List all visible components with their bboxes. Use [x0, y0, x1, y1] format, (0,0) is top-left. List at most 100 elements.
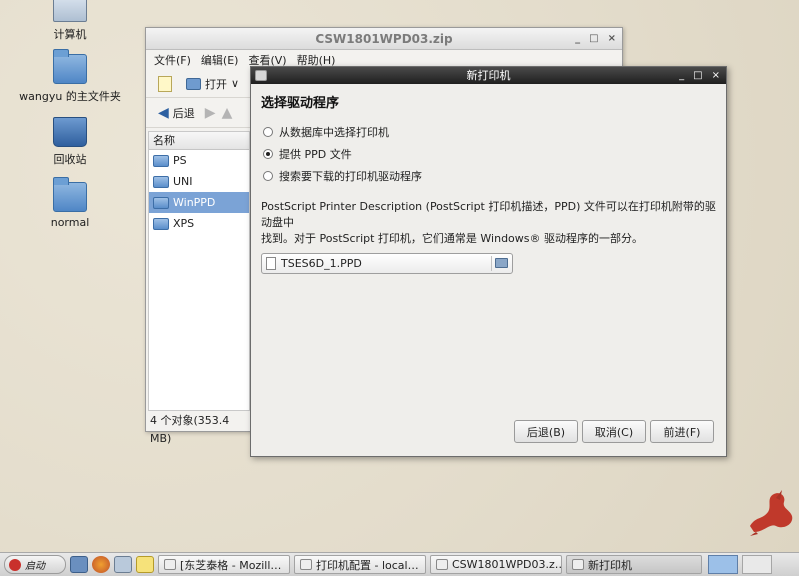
menu-file[interactable]: 文件(F) [154, 52, 191, 68]
desktop-icon-normal[interactable]: normal [15, 177, 125, 229]
start-logo-icon [9, 558, 21, 571]
list-item-label: PS [173, 154, 187, 167]
option-label: 从数据库中选择打印机 [279, 126, 389, 139]
radio-button[interactable] [263, 171, 273, 181]
workspace-2[interactable] [742, 555, 772, 574]
option-database[interactable]: 从数据库中选择打印机 [261, 121, 716, 143]
back-button[interactable]: 后退(B) [514, 420, 578, 443]
back-label: 后退 [172, 106, 195, 120]
computer-icon [53, 0, 87, 22]
trash-icon [53, 117, 87, 147]
dialog-heading: 选择驱动程序 [261, 96, 340, 111]
list-item[interactable]: PS [149, 150, 249, 171]
chevron-down-icon[interactable]: ∨ [231, 77, 239, 90]
description-line: PostScript Printer Description (PostScri… [261, 200, 716, 229]
open-folder-icon [186, 77, 201, 90]
folder-icon [153, 217, 169, 230]
list-item[interactable]: XPS [149, 213, 249, 234]
desktop-icon-home[interactable]: wangyu 的主文件夹 [15, 49, 125, 104]
forward-button[interactable]: 前进(F) [650, 420, 714, 443]
radio-button-checked[interactable] [263, 149, 273, 159]
arrow-left-icon: ◀ [158, 104, 169, 121]
folder-icon [153, 175, 169, 188]
separator [491, 256, 492, 271]
printer-icon [255, 70, 267, 81]
menu-edit[interactable]: 编辑(E) [201, 52, 239, 68]
open-label: 打开 [205, 77, 227, 91]
folder-icon [153, 154, 169, 167]
dialog-title: 新打印机 [466, 69, 511, 82]
list-item[interactable]: UNI [149, 171, 249, 192]
file-list: 名称 PS UNI WinPPD XPS [148, 131, 250, 411]
minimize-icon[interactable]: _ [575, 28, 580, 50]
home-folder-icon [53, 49, 87, 84]
task-label: CSW1801WPD03.z… [452, 558, 562, 571]
window-controls: _ □ × [575, 28, 616, 50]
minimize-icon[interactable]: _ [679, 67, 684, 84]
new-archive-button[interactable] [154, 74, 176, 94]
show-desktop-icon[interactable] [70, 556, 88, 573]
option-download-driver[interactable]: 搜索要下载的打印机驱动程序 [261, 165, 716, 187]
text-editor-icon[interactable] [136, 556, 154, 573]
arrow-right-icon[interactable]: ▶ [205, 105, 216, 121]
new-document-icon [158, 75, 172, 92]
computer-icon[interactable] [114, 556, 132, 573]
dialog-buttons: 后退(B) 取消(C) 前进(F) [514, 420, 714, 443]
option-label: 提供 PPD 文件 [279, 148, 352, 161]
start-label: 启动 [25, 561, 45, 572]
file-manager-titlebar[interactable]: CSW1801WPD03.zip _ □ × [146, 28, 622, 50]
archive-icon [436, 559, 448, 570]
task-label: 打印机配置 - local… [316, 558, 419, 572]
desktop-icon-label: wangyu 的主文件夹 [19, 90, 121, 103]
close-icon[interactable]: × [712, 67, 720, 84]
task-label: [东芝泰格 - Mozill… [180, 558, 282, 572]
list-item[interactable]: WinPPD [149, 192, 249, 213]
new-printer-dialog: 新打印机 _ □ × 选择驱动程序 从数据库中选择打印机 提供 PPD 文件 搜… [250, 66, 727, 457]
printer-icon [300, 559, 312, 570]
desktop-icon-computer[interactable]: 计算机 [15, 0, 125, 42]
dragon-logo-icon [750, 490, 793, 536]
taskbar-item-firefox[interactable]: [东芝泰格 - Mozill… [158, 555, 290, 574]
ppd-file-chooser[interactable]: TSES6D_1.PPD [261, 253, 513, 274]
firefox-icon [164, 559, 176, 570]
arrow-up-icon[interactable]: ▲ [222, 105, 233, 121]
maximize-icon[interactable]: □ [693, 67, 702, 84]
description-line: 找到。对于 PostScript 打印机，它们通常是 Windows® 驱动程序… [261, 232, 644, 245]
dialog-titlebar[interactable]: 新打印机 _ □ × [251, 67, 726, 84]
list-item-label: UNI [173, 175, 193, 188]
taskbar-item-printer-config[interactable]: 打印机配置 - local… [294, 555, 426, 574]
window-controls: _ □ × [679, 67, 720, 84]
back-button[interactable]: ◀ 后退 [154, 103, 199, 123]
list-item-label: WinPPD [173, 196, 216, 209]
file-chooser-value: TSES6D_1.PPD [281, 257, 362, 270]
printer-icon [572, 559, 584, 570]
maximize-icon[interactable]: □ [589, 28, 598, 50]
taskbar-item-new-printer[interactable]: 新打印机 [566, 555, 702, 574]
task-label: 新打印机 [588, 558, 632, 572]
dialog-body: 选择驱动程序 从数据库中选择打印机 提供 PPD 文件 搜索要下载的打印机驱动程… [251, 84, 726, 282]
document-icon [266, 257, 276, 270]
desktop-icon-label: normal [50, 216, 90, 229]
taskbar: 启动 [东芝泰格 - Mozill… 打印机配置 - local… CSW180… [0, 552, 799, 576]
cancel-button[interactable]: 取消(C) [582, 420, 646, 443]
option-ppd-file[interactable]: 提供 PPD 文件 [261, 143, 716, 165]
folder-icon [53, 177, 87, 212]
desktop-icon-label: 计算机 [53, 28, 87, 41]
start-button[interactable]: 启动 [4, 555, 66, 574]
list-item-label: XPS [173, 217, 195, 230]
status-bar: 4 个对象(353.4 MB) [150, 414, 230, 445]
radio-button[interactable] [263, 127, 273, 137]
close-icon[interactable]: × [608, 28, 616, 50]
folder-icon[interactable] [495, 258, 508, 268]
desktop-icon-label: 回收站 [53, 153, 87, 166]
ppd-description: PostScript Printer Description (PostScri… [261, 199, 723, 247]
taskbar-item-archive[interactable]: CSW1801WPD03.z… [430, 555, 562, 574]
workspace-1[interactable] [708, 555, 738, 574]
window-title: CSW1801WPD03.zip [315, 32, 453, 46]
column-header-name[interactable]: 名称 [149, 132, 249, 150]
open-button[interactable]: 打开 ∨ [182, 74, 243, 94]
option-label: 搜索要下载的打印机驱动程序 [279, 170, 422, 183]
desktop-icon-trash[interactable]: 回收站 [15, 117, 125, 167]
folder-icon [153, 196, 169, 209]
firefox-icon[interactable] [92, 556, 110, 573]
